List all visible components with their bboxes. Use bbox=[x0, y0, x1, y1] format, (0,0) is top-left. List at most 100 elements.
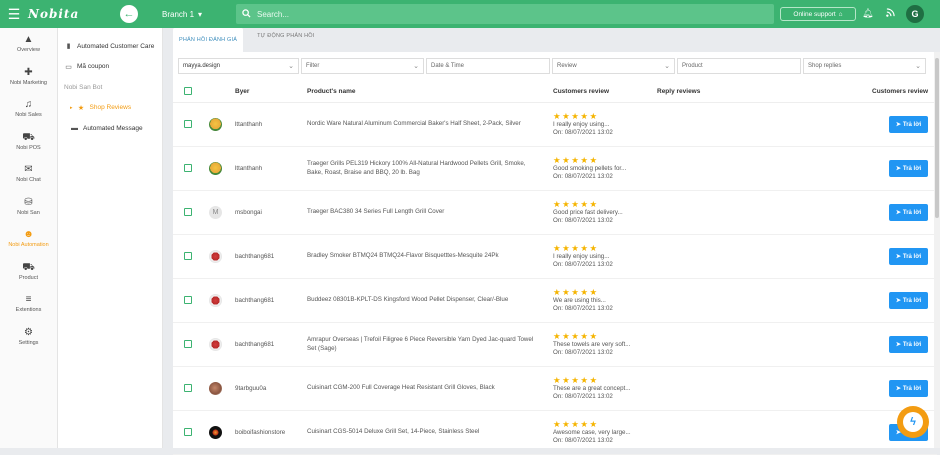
shop-select[interactable]: mayya.design ⌄ bbox=[178, 58, 299, 74]
nav-item-nobi-sales[interactable]: ♫ Nobi Sales bbox=[0, 93, 57, 126]
nav-item-nobi-san[interactable]: ⛁ Nobi San bbox=[0, 191, 57, 224]
reply-button[interactable]: ➤Trả lời bbox=[889, 336, 928, 353]
reply-button[interactable]: ➤Trả lời bbox=[889, 204, 928, 221]
buyer-name[interactable]: lttanthanh bbox=[235, 165, 307, 172]
reviews-table-body: lttanthanh Nordic Ware Natural Aluminum C… bbox=[173, 103, 937, 455]
user-avatar[interactable]: G bbox=[906, 5, 924, 23]
reply-button[interactable]: ➤Trả lời bbox=[889, 248, 928, 265]
nav-item-overview[interactable]: ▲ Overview bbox=[0, 28, 57, 61]
subnav-item-automated-customer-care[interactable]: ▮ Automated Customer Care bbox=[58, 36, 162, 57]
action-cell: ➤Trả lời bbox=[867, 292, 931, 309]
table-row[interactable]: Mmsbongai Traeger BAC380 34 Series Full L… bbox=[173, 191, 937, 235]
product-name[interactable]: Amrapur Overseas | Trefoil Filigree 6 Pi… bbox=[307, 336, 553, 353]
nav-item-nobi-marketing[interactable]: ✚ Nobi Marketing bbox=[0, 61, 57, 94]
product-name[interactable]: Traeger BAC380 34 Series Full Length Gri… bbox=[307, 208, 553, 217]
bell-icon[interactable]: 🔔︎ bbox=[862, 8, 873, 19]
subnav-item-label: Mã coupon bbox=[77, 63, 110, 71]
product-name[interactable]: Bradley Smoker BTMQ24 BTMQ24-Flavor Bisq… bbox=[307, 252, 553, 261]
rating-stars: ★★★★★ bbox=[553, 242, 599, 253]
online-support-button[interactable]: Online support ⌂ bbox=[780, 7, 856, 21]
customer-review: ★★★★★ Good price fast delivery... On: 08/0… bbox=[553, 199, 657, 226]
nav-item-product[interactable]: ⛟ Product bbox=[0, 256, 57, 289]
reply-button-label: Trả lời bbox=[902, 209, 922, 216]
product-name[interactable]: Cuisinart CGS-5014 Deluxe Grill Set, 14-… bbox=[307, 428, 553, 437]
product-name[interactable]: Buddeez 08301B-KPLT-DS Kingsford Wood Pe… bbox=[307, 296, 553, 305]
row-checkbox[interactable] bbox=[184, 119, 192, 128]
buyer-name[interactable]: 9tarbguu0a bbox=[235, 385, 307, 392]
datetime-input[interactable]: Date & Time bbox=[426, 58, 550, 74]
table-row[interactable]: boiboifashionstore Cuisinart CGS-5014 Del… bbox=[173, 411, 937, 455]
buyer-avatar: M bbox=[209, 206, 222, 219]
send-icon: ➤ bbox=[895, 122, 901, 128]
tab-review-replies[interactable]: PHẢN HỒI ĐÁNH GIÁ bbox=[173, 28, 244, 52]
subnav-item-shop-reviews[interactable]: ▸ ★ Shop Reviews bbox=[58, 98, 162, 119]
gamepad-icon: ⌂ bbox=[838, 10, 843, 18]
nav-item-nobi-automation[interactable]: ☻ Nobi Automation bbox=[0, 223, 57, 256]
row-checkbox[interactable] bbox=[184, 163, 192, 172]
branch-selector[interactable]: Branch 1 ▾ bbox=[162, 10, 220, 19]
send-icon: ➤ bbox=[895, 210, 901, 216]
review-text: These are a great concept... bbox=[553, 384, 631, 392]
filter-select[interactable]: Filter ⌄ bbox=[301, 58, 424, 74]
subnav-item-automated-message[interactable]: ▬ Automated Message bbox=[58, 118, 162, 139]
product-input[interactable]: Product bbox=[677, 58, 801, 74]
rating-stars: ★★★★★ bbox=[553, 110, 599, 121]
row-checkbox[interactable] bbox=[184, 383, 192, 392]
rss-icon[interactable] bbox=[886, 8, 895, 19]
reply-button[interactable]: ➤Trả lời bbox=[889, 292, 928, 309]
shop-replies-select[interactable]: Shop replies ⌄ bbox=[803, 58, 926, 74]
nav-item-nobi-chat[interactable]: ✉ Nobi Chat bbox=[0, 158, 57, 191]
app-logo[interactable]: Nobita bbox=[28, 7, 120, 21]
buyer-name[interactable]: msbongai bbox=[235, 209, 307, 216]
chevron-down-icon: ⌄ bbox=[664, 63, 670, 70]
table-row[interactable]: bachthang681 Amrapur Overseas | Trefoil F… bbox=[173, 323, 937, 367]
table-row[interactable]: 9tarbguu0a Cuisinart CGM-200 Full Coverag… bbox=[173, 367, 937, 411]
reply-button[interactable]: ➤Trả lời bbox=[889, 160, 928, 177]
search-input[interactable]: Search... bbox=[257, 10, 289, 19]
review-select[interactable]: Review ⌄ bbox=[552, 58, 675, 74]
row-checkbox[interactable] bbox=[184, 207, 192, 216]
buyer-name[interactable]: bachthang681 bbox=[235, 253, 307, 260]
subnav-item-label: Automated Customer Care bbox=[77, 42, 155, 50]
table-row[interactable]: bachthang681 Bradley Smoker BTMQ24 BTMQ24… bbox=[173, 235, 937, 279]
product-name[interactable]: Traeger Grills PEL319 Hickory 100% All-N… bbox=[307, 160, 553, 177]
row-checkbox[interactable] bbox=[184, 339, 192, 348]
send-icon: ➤ bbox=[895, 298, 901, 304]
buyer-name[interactable]: lttanthanh bbox=[235, 121, 307, 128]
buyer-name[interactable]: boiboifashionstore bbox=[235, 429, 307, 436]
review-date: On: 08/07/2021 13:02 bbox=[553, 305, 613, 312]
reply-button[interactable]: ➤Trả lời bbox=[889, 116, 928, 133]
table-row[interactable]: bachthang681 Buddeez 08301B-KPLT-DS Kings… bbox=[173, 279, 937, 323]
row-checkbox[interactable] bbox=[184, 251, 192, 260]
messenger-chat-button[interactable]: ϟ bbox=[897, 406, 929, 438]
product-name[interactable]: Nordic Ware Natural Aluminum Commercial … bbox=[307, 120, 553, 129]
action-cell: ➤Trả lời bbox=[867, 248, 931, 265]
back-arrow-icon[interactable]: ← bbox=[120, 5, 138, 23]
nav-item-extentions[interactable]: ≡ Extentions bbox=[0, 288, 57, 321]
scrollbar[interactable] bbox=[934, 52, 940, 448]
row-checkbox-cell bbox=[173, 163, 201, 174]
select-all-cell bbox=[173, 86, 201, 97]
reply-button[interactable]: ➤Trả lời bbox=[889, 380, 928, 397]
search-bar[interactable]: Search... bbox=[236, 4, 774, 24]
buyer-name[interactable]: bachthang681 bbox=[235, 297, 307, 304]
row-checkbox[interactable] bbox=[184, 295, 192, 304]
table-row[interactable]: lttanthanh Nordic Ware Natural Aluminum C… bbox=[173, 103, 937, 147]
product-name[interactable]: Cuisinart CGM-200 Full Coverage Heat Res… bbox=[307, 384, 553, 393]
hamburger-menu-icon[interactable]: ☰ bbox=[0, 0, 28, 28]
scrollbar-thumb[interactable] bbox=[935, 58, 939, 218]
action-cell: ➤Trả lời bbox=[867, 116, 931, 133]
tab-auto-replies[interactable]: TỰ ĐỘNG PHẢN HỒI bbox=[253, 28, 318, 52]
chevron-down-icon: ⌄ bbox=[288, 63, 294, 70]
nav-item-settings[interactable]: ⚙ Settings bbox=[0, 321, 57, 354]
buyer-name[interactable]: bachthang681 bbox=[235, 341, 307, 348]
row-checkbox[interactable] bbox=[184, 427, 192, 436]
select-all-checkbox[interactable] bbox=[184, 86, 192, 95]
rating-stars: ★★★★★ bbox=[553, 330, 599, 341]
subnav-item-mã-coupon[interactable]: ▭ Mã coupon bbox=[58, 57, 162, 78]
nav-item-label: Nobi San bbox=[17, 209, 40, 216]
table-row[interactable]: lttanthanh Traeger Grills PEL319 Hickory … bbox=[173, 147, 937, 191]
star-icon: ★ bbox=[77, 104, 85, 112]
nav-item-nobi-pos[interactable]: ⛟ Nobi POS bbox=[0, 126, 57, 159]
avatar-cell bbox=[201, 382, 235, 395]
